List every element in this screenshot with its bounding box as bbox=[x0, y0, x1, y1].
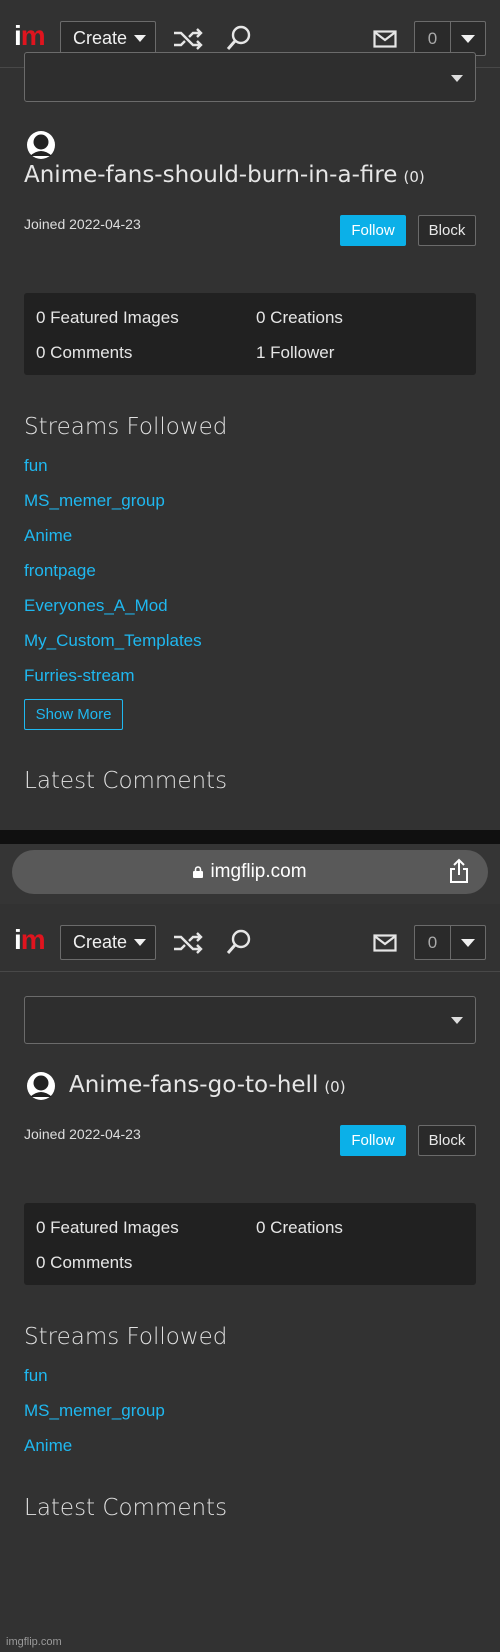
creations-stat[interactable]: 0 Creations bbox=[256, 308, 343, 328]
profile-select[interactable] bbox=[24, 996, 476, 1044]
stream-link[interactable]: MS_memer_group bbox=[24, 491, 165, 511]
notification-box[interactable]: 0 bbox=[414, 21, 486, 56]
create-button[interactable]: Create bbox=[60, 21, 156, 56]
notification-box[interactable]: 0 bbox=[414, 925, 486, 960]
browser-address-bar: imgflip.com bbox=[0, 844, 500, 904]
stream-link[interactable]: Anime bbox=[24, 526, 72, 546]
show-more-button[interactable]: Show More bbox=[24, 699, 123, 730]
profile-stats-panel: 0 Featured Images 0 Creations 0 Comments… bbox=[24, 293, 476, 375]
follow-button[interactable]: Follow bbox=[340, 215, 406, 246]
imgflip-logo[interactable]: im bbox=[14, 924, 46, 955]
user-points: (0) bbox=[403, 168, 425, 186]
notification-dropdown[interactable] bbox=[451, 926, 485, 959]
avatar bbox=[27, 131, 55, 159]
logo-i: i bbox=[14, 924, 22, 955]
username-text: Anime-fans-go-to-hell bbox=[69, 1072, 319, 1098]
chevron-down-icon bbox=[461, 34, 475, 43]
logo-m: m bbox=[20, 20, 46, 51]
stream-link[interactable]: fun bbox=[24, 456, 48, 476]
joined-date: Joined 2022-04-23 bbox=[24, 1126, 141, 1142]
url-text: imgflip.com bbox=[210, 861, 307, 882]
profile-username: Anime-fans-go-to-hell (0) bbox=[69, 1072, 346, 1098]
profile-username: Anime-fans-should-burn-in-a-fire (0) bbox=[24, 162, 425, 188]
chevron-down-icon bbox=[461, 938, 475, 947]
comments-stat[interactable]: 0 Comments bbox=[36, 1253, 132, 1273]
latest-comments-heading: Latest Comments bbox=[24, 768, 228, 794]
create-label: Create bbox=[73, 932, 128, 952]
profile-select[interactable] bbox=[24, 52, 476, 102]
mail-icon[interactable] bbox=[373, 934, 397, 952]
profile-stats-panel: 0 Featured Images 0 Creations 0 Comments bbox=[24, 1203, 476, 1285]
notification-count[interactable]: 0 bbox=[415, 926, 451, 959]
shuffle-icon[interactable] bbox=[172, 932, 204, 954]
streams-followed-heading: Streams Followed bbox=[24, 414, 228, 440]
stream-link[interactable]: Everyones_A_Mod bbox=[24, 596, 168, 616]
latest-comments-heading: Latest Comments bbox=[24, 1495, 228, 1521]
followers-stat[interactable]: 1 Follower bbox=[256, 343, 334, 363]
imgflip-watermark: imgflip.com bbox=[6, 1636, 62, 1648]
stream-link[interactable]: My_Custom_Templates bbox=[24, 631, 202, 651]
url-field[interactable]: imgflip.com bbox=[12, 850, 488, 894]
imgflip-logo[interactable]: im bbox=[14, 20, 46, 51]
create-button[interactable]: Create bbox=[60, 925, 156, 960]
mail-icon[interactable] bbox=[373, 30, 397, 48]
create-label: Create bbox=[73, 28, 128, 48]
stream-link[interactable]: Anime bbox=[24, 1436, 72, 1456]
lock-icon bbox=[193, 866, 204, 878]
stream-link[interactable]: Furries-stream bbox=[24, 666, 135, 686]
stream-link[interactable]: fun bbox=[24, 1366, 48, 1386]
avatar bbox=[27, 1072, 55, 1100]
share-icon[interactable] bbox=[449, 858, 469, 884]
joined-date: Joined 2022-04-23 bbox=[24, 216, 141, 232]
block-button[interactable]: Block bbox=[418, 215, 476, 246]
logo-i: i bbox=[14, 20, 22, 51]
creations-stat[interactable]: 0 Creations bbox=[256, 1218, 343, 1238]
chevron-down-icon bbox=[451, 1017, 463, 1024]
search-icon[interactable] bbox=[225, 24, 253, 52]
follow-button[interactable]: Follow bbox=[340, 1125, 406, 1156]
chevron-down-icon bbox=[134, 35, 147, 42]
comments-stat[interactable]: 0 Comments bbox=[36, 343, 132, 363]
shuffle-icon[interactable] bbox=[172, 28, 204, 50]
screenshot-divider bbox=[0, 830, 500, 844]
notification-dropdown[interactable] bbox=[451, 22, 485, 55]
username-text: Anime-fans-should-burn-in-a-fire bbox=[24, 162, 398, 188]
chevron-down-icon bbox=[134, 939, 147, 946]
user-points: (0) bbox=[324, 1078, 346, 1096]
stream-link[interactable]: MS_memer_group bbox=[24, 1401, 165, 1421]
featured-images-stat[interactable]: 0 Featured Images bbox=[36, 308, 179, 328]
search-icon[interactable] bbox=[225, 928, 253, 956]
top-nav-bar: im Create 0 bbox=[0, 904, 500, 972]
notification-count[interactable]: 0 bbox=[415, 22, 451, 55]
logo-m: m bbox=[20, 924, 46, 955]
featured-images-stat[interactable]: 0 Featured Images bbox=[36, 1218, 179, 1238]
chevron-down-icon bbox=[451, 75, 463, 82]
streams-followed-heading: Streams Followed bbox=[24, 1324, 228, 1350]
block-button[interactable]: Block bbox=[418, 1125, 476, 1156]
stream-link[interactable]: frontpage bbox=[24, 561, 96, 581]
